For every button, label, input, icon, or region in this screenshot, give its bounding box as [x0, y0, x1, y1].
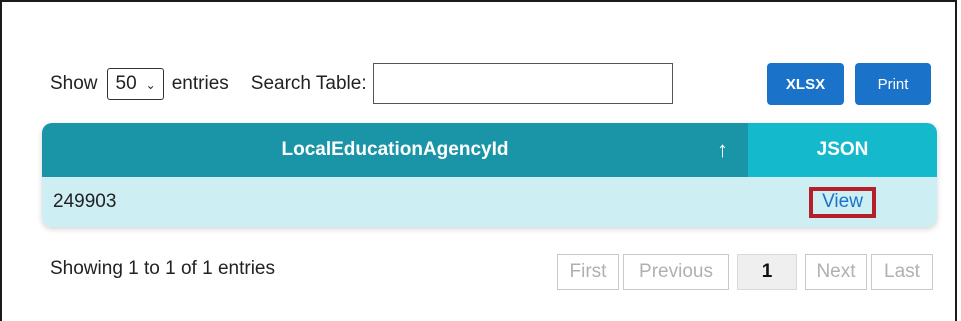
- search-input[interactable]: [372, 63, 673, 104]
- xlsx-export-button[interactable]: XLSX: [767, 63, 844, 105]
- page-size-select[interactable]: 50 ⌄: [106, 67, 164, 100]
- column-header-json-label: JSON: [816, 139, 869, 160]
- pagination-page-1[interactable]: 1: [737, 254, 797, 290]
- pagination: First Previous 1 Next Last: [557, 254, 933, 290]
- data-table: LocalEducationAgencyId ↑ JSON 249903 Vie…: [42, 123, 937, 227]
- page-size-value: 50: [115, 72, 137, 94]
- search-label: Search Table:: [250, 72, 367, 94]
- sort-ascending-icon: ↑: [717, 137, 728, 162]
- pagination-last[interactable]: Last: [871, 254, 933, 290]
- show-label: Show: [50, 72, 98, 94]
- entries-label: entries: [171, 72, 229, 94]
- pagination-first[interactable]: First: [557, 254, 619, 290]
- column-header-json[interactable]: JSON: [748, 123, 937, 177]
- view-json-link[interactable]: View: [809, 186, 876, 218]
- cell-lea-id: 249903: [53, 191, 117, 212]
- column-header-lea-id[interactable]: LocalEducationAgencyId ↑: [42, 123, 748, 177]
- table-row: 249903 View: [42, 177, 937, 227]
- pagination-next[interactable]: Next: [805, 254, 867, 290]
- pagination-previous[interactable]: Previous: [623, 254, 729, 290]
- cell-json: View: [748, 177, 937, 227]
- print-button[interactable]: Print: [855, 63, 931, 105]
- table-header: LocalEducationAgencyId ↑ JSON: [42, 123, 937, 177]
- column-header-lea-id-label: LocalEducationAgencyId: [281, 139, 509, 160]
- table-info: Showing 1 to 1 of 1 entries: [50, 258, 275, 279]
- table-controls: Show 50 ⌄ entries Search Table:: [50, 63, 673, 104]
- chevron-down-icon: ⌄: [145, 77, 156, 92]
